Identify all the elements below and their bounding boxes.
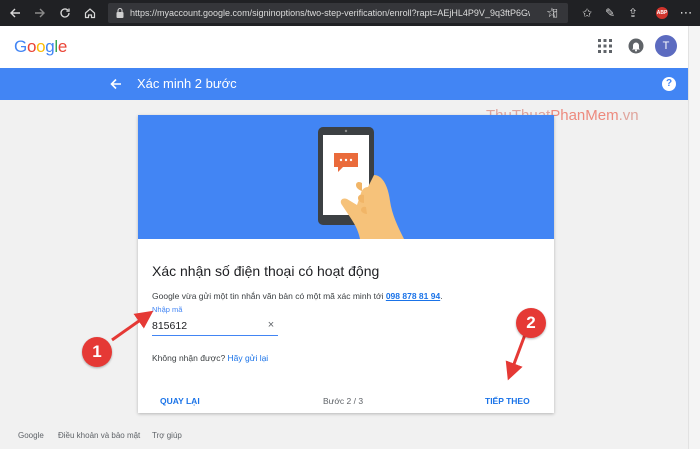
favorite-star-icon[interactable]: ☆ (542, 0, 562, 26)
clear-input-icon[interactable]: × (264, 317, 278, 333)
logo-letter: g (45, 37, 55, 56)
page-content: Google T Xác minh 2 bước ? ThuThuatPhanM… (0, 26, 688, 449)
account-avatar[interactable]: T (655, 35, 677, 57)
forward-nav-icon[interactable] (27, 0, 53, 26)
step-indicator: Bước 2 / 3 (323, 396, 364, 406)
reload-icon[interactable] (52, 0, 78, 26)
footer-link-help[interactable]: Trợ giúp (152, 431, 182, 440)
google-logo[interactable]: Google (14, 37, 67, 57)
lock-icon (116, 7, 124, 18)
footer-link-terms[interactable]: Điều khoản và bảo mật (58, 431, 140, 440)
notifications-bell-icon[interactable] (628, 38, 644, 54)
code-input-label: Nhập mã (152, 305, 183, 314)
resend-text: Không nhận được? (152, 353, 228, 363)
logo-letter: e (57, 37, 68, 56)
browser-toolbar: https://myaccount.google.com/signinoptio… (0, 0, 700, 26)
resend-link[interactable]: Hãy gửi lại (228, 353, 269, 363)
desc-text: Google vừa gửi một tin nhắn văn bản có m… (152, 291, 386, 301)
back-nav-icon[interactable] (2, 0, 28, 26)
help-icon[interactable]: ? (662, 77, 676, 91)
watermark-part: PhanMem (550, 107, 619, 124)
back-button[interactable]: QUAY LẠI (160, 396, 200, 406)
next-button[interactable]: TIẾP THEO (485, 396, 530, 406)
resend-prompt: Không nhận được? Hãy gửi lại (152, 353, 268, 363)
desc-suffix: . (440, 291, 443, 301)
page-title: Xác minh 2 bước (137, 76, 237, 91)
home-icon[interactable] (77, 0, 103, 26)
share-icon[interactable]: ⇪ (624, 0, 642, 26)
more-menu-icon[interactable]: ⋯ (675, 0, 697, 26)
apps-grid-icon[interactable] (598, 39, 612, 53)
logo-letter: G (14, 37, 27, 56)
url-text: https://myaccount.google.com/signinoptio… (130, 8, 530, 18)
hero-banner (138, 115, 554, 239)
favorites-list-icon[interactable]: ✩ (578, 0, 596, 26)
page-title-bar: Xác minh 2 bước ? (0, 68, 688, 100)
verification-code-input[interactable] (152, 316, 278, 336)
google-header: Google T (0, 26, 688, 68)
annotation-badge-1: 1 (82, 337, 112, 367)
watermark-part: .vn (618, 107, 639, 124)
phone-message-illustration (318, 127, 404, 239)
back-arrow-icon[interactable] (108, 76, 124, 92)
phone-number-link[interactable]: 098 878 81 94 (386, 291, 440, 301)
logo-letter: o (36, 37, 46, 56)
footer-link-google[interactable]: Google (18, 431, 44, 440)
pen-notes-icon[interactable]: ✎ (601, 0, 619, 26)
card-title: Xác nhận số điện thoại có hoạt động (152, 263, 380, 279)
annotation-badge-2: 2 (516, 308, 546, 338)
adblock-icon[interactable]: ABP (656, 7, 668, 19)
verification-card: Xác nhận số điện thoại có hoạt động Goog… (138, 115, 554, 413)
logo-letter: o (26, 37, 37, 56)
address-bar[interactable]: https://myaccount.google.com/signinoptio… (108, 3, 568, 23)
sms-description: Google vừa gửi một tin nhắn văn bản có m… (152, 291, 443, 301)
vertical-scrollbar[interactable] (688, 26, 700, 449)
page-footer: Google Điều khoản và bảo mật Trợ giúp (0, 431, 688, 447)
